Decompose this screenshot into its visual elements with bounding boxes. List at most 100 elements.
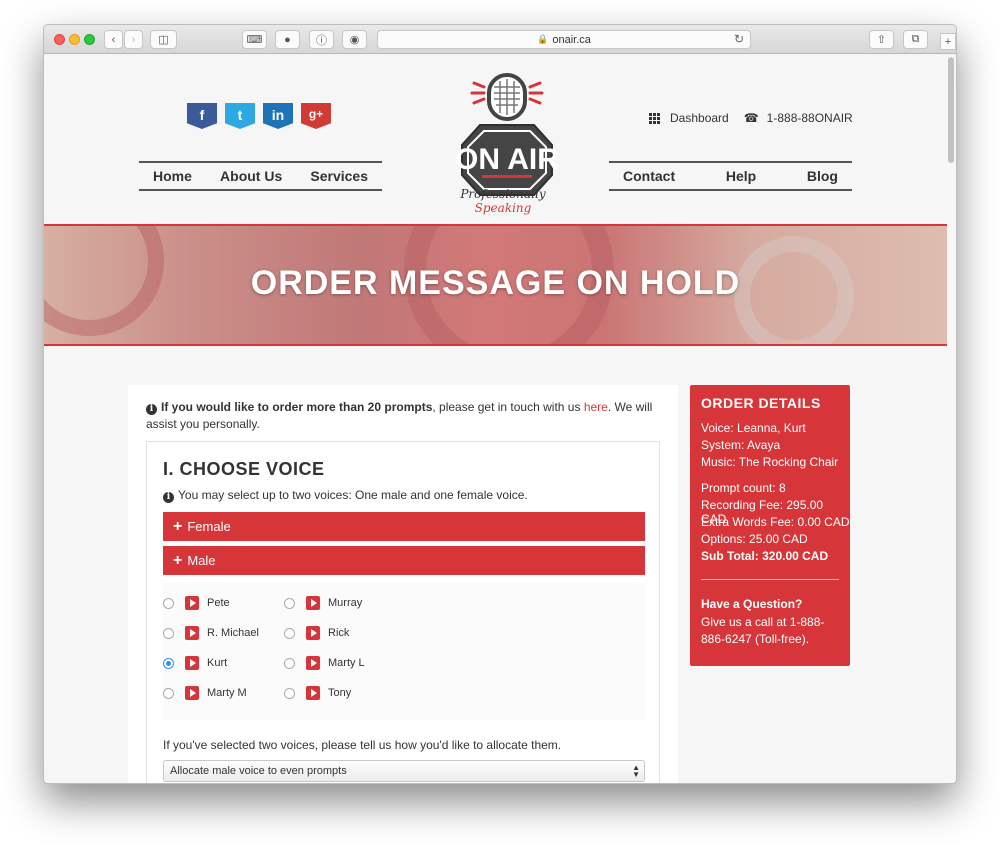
select-arrows-icon: ▲ ▼: [632, 763, 640, 779]
notice-bold: If you would like to order more than 20 …: [161, 400, 433, 414]
voice-name: R. Michael: [207, 627, 259, 639]
extension-button-4[interactable]: ◉: [342, 30, 367, 49]
minimize-window-button[interactable]: [69, 34, 80, 45]
back-button[interactable]: ‹: [104, 30, 123, 49]
facebook-icon[interactable]: f: [187, 103, 217, 129]
order-details-box: ORDER DETAILS Voice: Leanna, Kurt System…: [690, 385, 850, 666]
contact-here-link[interactable]: here: [584, 400, 608, 414]
order-voice: Voice: Leanna, Kurt: [701, 421, 806, 435]
circle-icon: ●: [284, 33, 291, 46]
voice-option-rick[interactable]: Rick: [284, 626, 349, 640]
choose-voice-panel: I. CHOOSE VOICE i You may select up to tw…: [146, 441, 660, 783]
linkedin-icon[interactable]: in: [263, 103, 293, 129]
voice-radio[interactable]: [284, 657, 295, 669]
tagline-prefix: Professionally: [460, 187, 546, 201]
chevron-left-icon: ‹: [111, 33, 116, 46]
tabs-icon: ⧉: [911, 33, 920, 45]
voice-radio[interactable]: [284, 687, 295, 699]
female-voices-accordion[interactable]: + Female: [163, 512, 645, 541]
female-label: Female: [187, 519, 231, 534]
voice-hint: i You may select up to two voices: One ma…: [163, 488, 528, 503]
voice-radio-selected[interactable]: [163, 657, 174, 669]
web-page: f t in g+ Home About Us Services Contact…: [44, 55, 947, 783]
voice-option-marty-l[interactable]: Marty L: [284, 656, 365, 670]
play-sample-icon[interactable]: [306, 656, 320, 670]
male-voice-list: Pete Murray R. Michael Rick Kurt Marty L…: [163, 582, 645, 720]
logo-tagline: Professionally Speaking: [444, 187, 562, 215]
voice-name: Tony: [328, 687, 352, 699]
voice-option-kurt[interactable]: Kurt: [163, 656, 227, 670]
main-nav-right: Contact Help Blog: [609, 161, 852, 191]
voice-name: Pete: [207, 597, 230, 609]
top-links: Dashboard ☎ 1-888-88ONAIR: [649, 111, 853, 125]
browser-window: ‹ › ◫ ⌨ ● ⓘ ◉ 🔒 onair.ca ↻ ⇧ ⧉ + f t in …: [43, 24, 957, 784]
browser-toolbar: ‹ › ◫ ⌨ ● ⓘ ◉ 🔒 onair.ca ↻ ⇧ ⧉ +: [44, 25, 956, 54]
nav-services[interactable]: Services: [304, 168, 374, 184]
voice-name: Murray: [328, 597, 363, 609]
onair-logo[interactable]: ON AIR: [442, 67, 572, 207]
nav-contact[interactable]: Contact: [617, 168, 681, 184]
scrollbar-thumb[interactable]: [948, 57, 954, 163]
order-sub-total: Sub Total: 320.00 CAD: [701, 549, 829, 563]
voice-radio[interactable]: [284, 627, 295, 639]
voice-radio[interactable]: [163, 687, 174, 699]
voice-radio[interactable]: [163, 597, 174, 609]
info-circle-icon: ⓘ: [316, 34, 327, 47]
voice-option-pete[interactable]: Pete: [163, 596, 230, 610]
plus-icon: +: [173, 517, 183, 535]
order-options: Options: 25.00 CAD: [701, 532, 808, 546]
tabs-button[interactable]: ⧉: [903, 30, 928, 49]
order-music: Music: The Rocking Chair: [701, 455, 839, 469]
order-details-title: ORDER DETAILS: [701, 395, 821, 411]
voice-radio[interactable]: [284, 597, 295, 609]
extension-button-2[interactable]: ●: [275, 30, 300, 49]
order-extra-words-fee: Extra Words Fee: 0.00 CAD: [701, 515, 850, 529]
keyboard-icon: ⌨: [246, 34, 263, 46]
nav-home[interactable]: Home: [147, 168, 198, 184]
twitter-icon[interactable]: t: [225, 103, 255, 129]
voice-radio[interactable]: [163, 627, 174, 639]
main-nav-left: Home About Us Services: [139, 161, 382, 191]
google-plus-icon[interactable]: g+: [301, 103, 331, 129]
play-sample-icon[interactable]: [185, 596, 199, 610]
extension-button-1[interactable]: ⌨: [242, 30, 267, 49]
play-sample-icon[interactable]: [306, 686, 320, 700]
hero-banner: ORDER MESSAGE ON HOLD: [44, 224, 947, 346]
nav-about-us[interactable]: About Us: [214, 168, 288, 184]
new-tab-button[interactable]: +: [940, 33, 956, 50]
forward-button[interactable]: ›: [124, 30, 143, 49]
voice-option-r-michael[interactable]: R. Michael: [163, 626, 259, 640]
voice-option-marty-m[interactable]: Marty M: [163, 686, 247, 700]
choose-voice-title: I. CHOOSE VOICE: [163, 459, 325, 479]
phone-link[interactable]: 1-888-88ONAIR: [767, 111, 853, 125]
extension-button-3[interactable]: ⓘ: [309, 30, 334, 49]
page-title: ORDER MESSAGE ON HOLD: [250, 264, 741, 302]
play-sample-icon[interactable]: [185, 686, 199, 700]
voice-option-tony[interactable]: Tony: [284, 686, 351, 700]
dashboard-link[interactable]: Dashboard: [670, 111, 729, 125]
order-prompt-count: Prompt count: 8: [701, 481, 786, 495]
voice-option-murray[interactable]: Murray: [284, 596, 362, 610]
play-sample-icon[interactable]: [306, 626, 320, 640]
nav-blog[interactable]: Blog: [801, 168, 844, 184]
zoom-window-button[interactable]: [84, 34, 95, 45]
voice-allocation-select[interactable]: Allocate male voice to even prompts ▲ ▼: [163, 760, 645, 782]
question-heading: Have a Question?: [701, 597, 803, 611]
nav-help[interactable]: Help: [720, 168, 762, 184]
play-sample-icon[interactable]: [306, 596, 320, 610]
male-voices-accordion[interactable]: + Male: [163, 546, 645, 575]
sidebar-toggle-button[interactable]: ◫: [150, 30, 177, 49]
reload-icon[interactable]: ↻: [734, 32, 744, 46]
voice-hint-text: You may select up to two voices: One mal…: [178, 488, 528, 502]
allocation-selected-value: Allocate male voice to even prompts: [170, 765, 347, 777]
close-window-button[interactable]: [54, 34, 65, 45]
shield-icon: ◉: [349, 34, 360, 46]
allocation-question: If you've selected two voices, please te…: [163, 738, 562, 752]
sidebar-icon: ◫: [158, 34, 169, 46]
play-sample-icon[interactable]: [185, 656, 199, 670]
info-icon: i: [146, 404, 157, 415]
play-sample-icon[interactable]: [185, 626, 199, 640]
share-button[interactable]: ⇧: [869, 30, 894, 49]
address-bar[interactable]: 🔒 onair.ca ↻: [377, 30, 751, 49]
call-us-text: Give us a call at 1-888-886-6247 (Toll-f…: [701, 615, 825, 646]
